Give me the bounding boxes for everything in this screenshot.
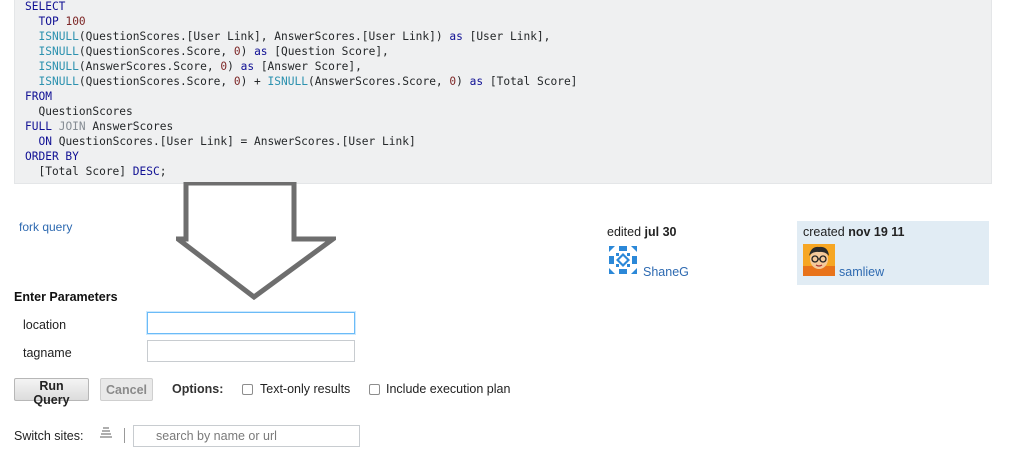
site-search-input[interactable] [133,425,360,447]
sql-token: as [469,75,484,88]
sql-token: ISNULL [38,30,79,43]
sql-line: ISNULL(QuestionScores.[User Link], Answe… [25,29,550,44]
sql-token: (AnswerScores.Score, [78,60,221,73]
edited-action: edited jul 30 [607,225,677,239]
text-only-label[interactable]: Text-only results [260,382,350,396]
sql-token: QuestionScores.[User Link] = AnswerScore… [51,135,416,148]
options-label: Options: [172,382,224,396]
sql-token: (QuestionScores.Score, [78,45,234,58]
sql-token: ; [159,165,167,178]
edited-action-label: edited [607,225,642,239]
sql-line: ISNULL(QuestionScores.Score, 0) as [Ques… [25,44,389,59]
created-action-label: created [803,225,845,239]
sql-token: 0 [233,75,241,88]
sql-token: ) [240,45,255,58]
sql-line: ISNULL(AnswerScores.Score, 0) as [Answer… [25,59,362,74]
sql-token: AnswerScores [85,120,174,133]
cancel-button[interactable]: Cancel [100,378,153,401]
sql-token: ISNULL [38,60,79,73]
sql-token: ) + [240,75,268,88]
sql-token: [Total Score] [25,165,133,178]
sql-token: [Total Score] [483,75,578,88]
stack-icon[interactable] [99,426,113,440]
sql-token: 0 [233,45,241,58]
tagname-label: tagname [23,346,72,360]
sql-token: as [254,45,268,58]
sql-line: QuestionScores [25,104,133,119]
sql-token: ISNULL [38,75,79,88]
run-query-button[interactable]: Run Query [14,378,89,407]
sql-token: ) [227,60,241,73]
sql-line: FROM [25,89,52,104]
sql-token: [Answer Score], [254,60,362,73]
creator-user-link[interactable]: samliew [839,265,884,279]
sql-line: SELECT [25,0,65,14]
sql-token: [User Link], [462,30,551,43]
created-signature: created nov 19 11 samliew [797,221,989,285]
sql-token: ISNULL [38,45,79,58]
execution-plan-label[interactable]: Include execution plan [386,382,510,396]
sql-line: ORDER BY [25,149,79,164]
sql-token: JOIN [58,120,86,133]
location-input[interactable] [147,312,355,334]
divider [124,428,125,443]
tagname-input[interactable] [147,340,355,362]
sql-token: ON [38,135,52,148]
sql-token: TOP [38,15,59,28]
sql-token: (AnswerScores.Score, [307,75,450,88]
editor-user-link[interactable]: ShaneG [643,265,689,279]
sql-line: FULL JOIN AnswerScores [25,119,173,134]
sql-token: ORDER BY [25,150,79,163]
sql-token: as [449,30,463,43]
cartoon-avatar-icon[interactable] [803,244,835,276]
parameters-heading: Enter Parameters [14,290,118,304]
sql-code-block: SELECT TOP 100 ISNULL(QuestionScores.[Us… [14,0,992,184]
edited-date: jul 30 [644,225,677,239]
sql-token: SELECT [25,0,66,13]
sql-line: ON QuestionScores.[User Link] = AnswerSc… [25,134,416,149]
sql-token: (QuestionScores.[User Link], AnswerScore… [78,30,450,43]
sql-token: FROM [25,90,52,103]
sql-token: as [240,60,255,73]
fork-query-link[interactable]: fork query [19,220,72,234]
switch-sites-label: Switch sites: [14,429,84,443]
sql-line: ISNULL(QuestionScores.Score, 0) + ISNULL… [25,74,577,89]
sql-token: (QuestionScores.Score, [78,75,234,88]
sql-token: DESC [132,165,160,178]
execution-plan-checkbox[interactable] [369,384,380,395]
sql-line: [Total Score] DESC; [25,164,166,179]
sql-token: 100 [65,15,86,28]
sql-token: QuestionScores [25,105,133,118]
sql-token: ) [456,75,470,88]
location-label: location [23,318,67,332]
sql-line: TOP 100 [25,14,86,29]
created-date: nov 19 11 [848,225,905,239]
down-arrow-icon [176,182,336,300]
identicon-icon[interactable] [607,244,639,276]
edited-signature: edited jul 30 ShaneG [607,225,787,285]
created-action: created nov 19 11 [803,225,904,239]
sql-token: FULL [25,120,52,133]
sql-token: ISNULL [267,75,308,88]
sql-token: [Question Score], [267,45,389,58]
text-only-checkbox[interactable] [242,384,253,395]
